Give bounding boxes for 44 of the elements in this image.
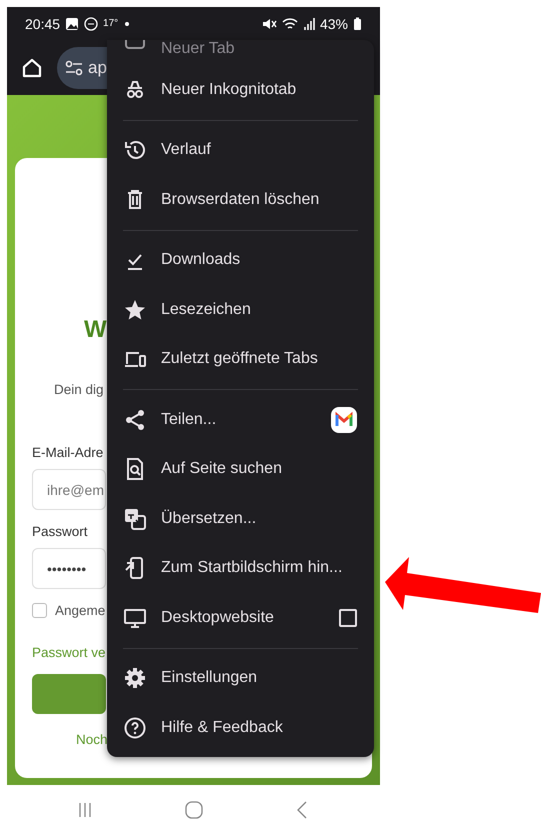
star-icon [123, 298, 147, 322]
back-icon[interactable] [296, 801, 308, 819]
menu-item[interactable]: Zum Startbildschirm hin... [107, 544, 374, 593]
home-button-icon[interactable] [185, 801, 203, 819]
email-field[interactable]: ihre@em [32, 469, 106, 510]
site-settings-icon[interactable] [65, 60, 83, 76]
help-icon [123, 716, 147, 740]
home-icon[interactable] [21, 56, 43, 78]
password-field[interactable]: •••••••• [32, 548, 106, 589]
menu-item[interactable]: Neuer Tab [107, 40, 374, 62]
subtitle-text: Dein dig [54, 382, 105, 397]
signal-icon [302, 16, 315, 30]
menu-item[interactable]: Downloads [107, 236, 374, 285]
desktop-site-checkbox[interactable] [339, 608, 357, 627]
remember-label: Angeme [55, 603, 106, 618]
translate-icon [123, 506, 147, 531]
menu-item[interactable]: Einstellungen [107, 654, 374, 703]
battery-percentage: 43% [320, 16, 348, 32]
password-label: Passwort [32, 524, 89, 539]
wifi-icon [282, 16, 298, 30]
menu-item[interactable]: Übersetzen... [107, 494, 374, 544]
temperature-text: 17° [103, 18, 118, 29]
address-bar[interactable]: ap [57, 46, 107, 88]
register-text: Noch [76, 732, 108, 747]
menu-item[interactable]: Teilen... [107, 395, 374, 444]
welcome-heading: W [84, 316, 107, 344]
remember-checkbox[interactable] [32, 603, 47, 618]
share-icon [123, 408, 147, 432]
menu-item[interactable]: Verlauf [107, 126, 374, 175]
menu-item[interactable]: Neuer Inkognitotab [107, 65, 374, 114]
image-icon [65, 16, 80, 30]
settings-icon [123, 666, 147, 690]
recent-apps-icon[interactable] [78, 802, 92, 818]
menu-item[interactable]: Lesezeichen [107, 285, 374, 334]
battery-icon [353, 16, 362, 30]
email-label: E-Mail-Adre [32, 445, 104, 460]
menu-item[interactable]: Auf Seite suchen [107, 444, 374, 494]
mail-app-icon[interactable] [331, 406, 357, 433]
status-time: 20:45 [25, 16, 60, 32]
menu-item[interactable]: Desktopwebsite [107, 593, 374, 642]
mute-icon [262, 16, 277, 30]
menu-item[interactable]: Browserdaten löschen [107, 175, 374, 224]
menu-item[interactable]: Hilfe & Feedback [107, 703, 374, 752]
menu-item[interactable]: Zuletzt geöffnete Tabs [107, 334, 374, 384]
